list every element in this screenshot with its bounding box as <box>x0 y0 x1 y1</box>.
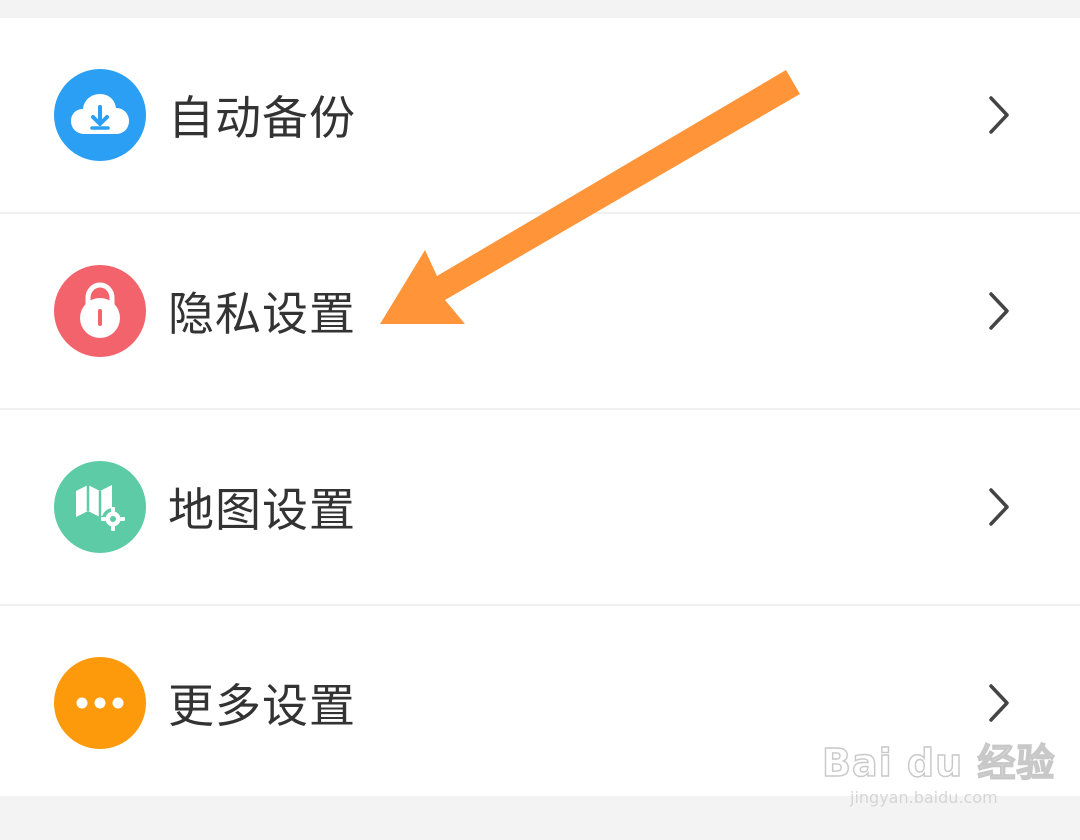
settings-list: 自动备份 隐私设置 地图设置 更多设置 <box>0 18 1080 796</box>
more-dots-icon <box>54 657 146 749</box>
settings-item-auto-backup[interactable]: 自动备份 <box>0 18 1080 212</box>
lock-icon <box>54 265 146 357</box>
settings-item-label: 更多设置 <box>168 679 356 733</box>
chevron-right-icon <box>982 95 1016 135</box>
settings-item-label: 地图设置 <box>168 483 356 537</box>
settings-item-more[interactable]: 更多设置 <box>0 606 1080 800</box>
settings-item-privacy[interactable]: 隐私设置 <box>0 214 1080 408</box>
chevron-right-icon <box>982 487 1016 527</box>
map-gear-icon <box>54 461 146 553</box>
cloud-download-icon <box>54 69 146 161</box>
settings-item-label: 隐私设置 <box>168 287 356 341</box>
settings-item-map[interactable]: 地图设置 <box>0 410 1080 604</box>
top-gap <box>0 0 1080 18</box>
chevron-right-icon <box>982 291 1016 331</box>
settings-item-label: 自动备份 <box>168 91 356 145</box>
chevron-right-icon <box>982 683 1016 723</box>
